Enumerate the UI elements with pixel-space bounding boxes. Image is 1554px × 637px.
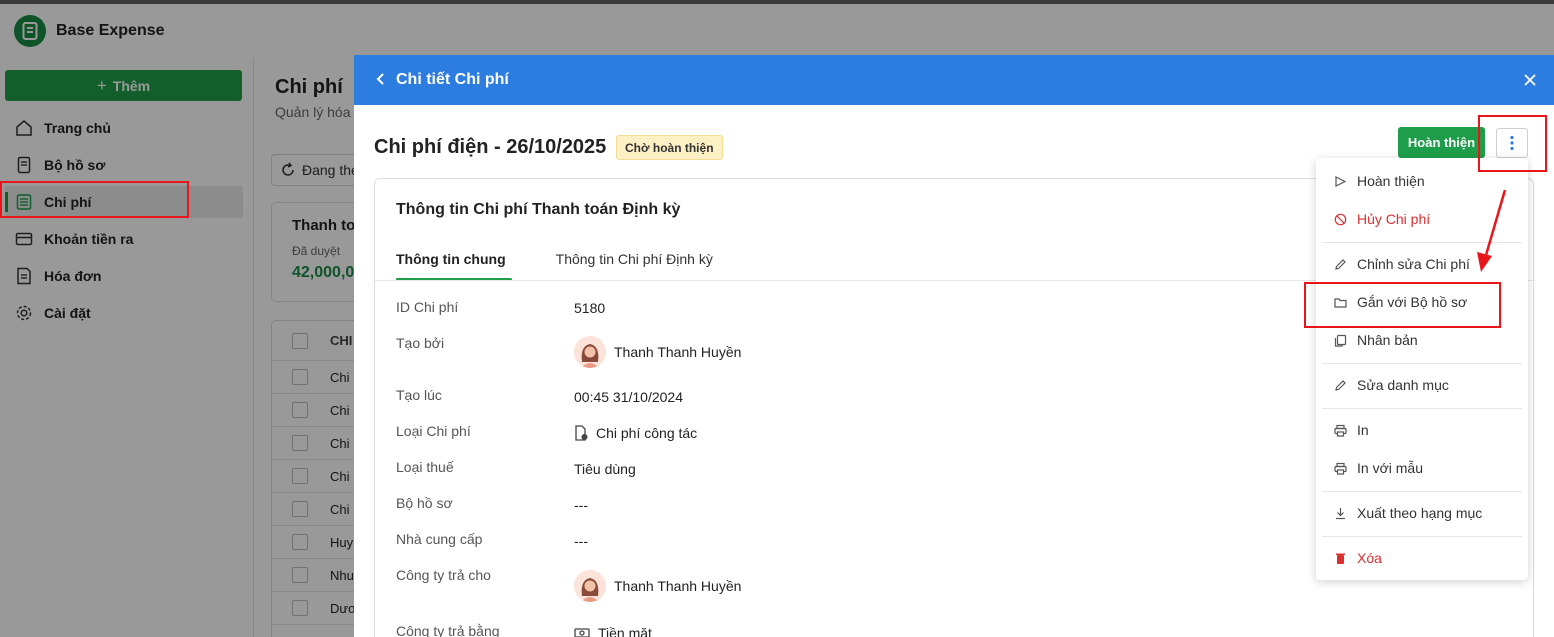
annotation-arrow [1477,189,1507,272]
